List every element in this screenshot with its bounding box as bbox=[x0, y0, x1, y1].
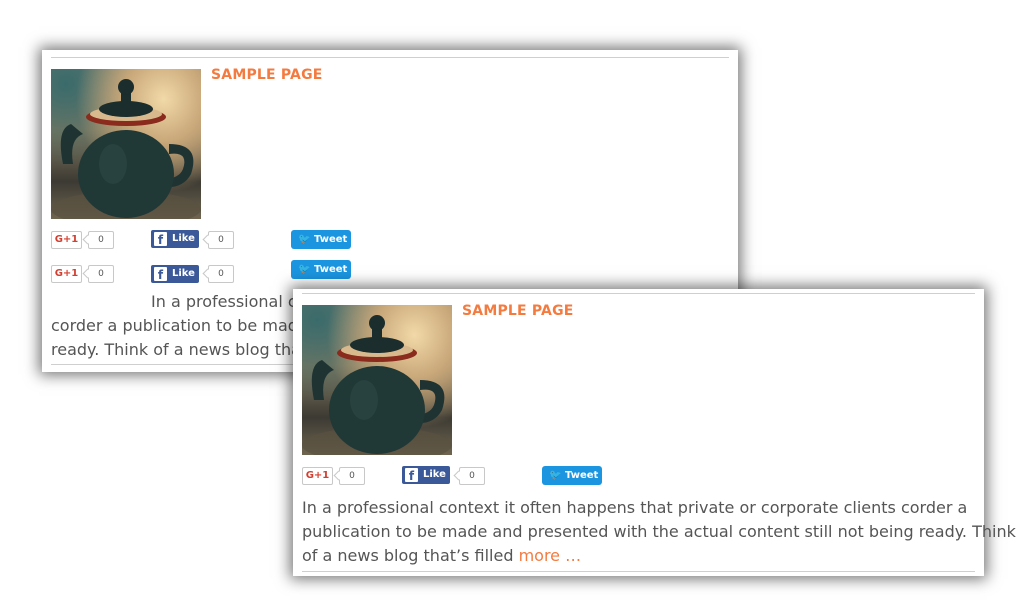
top-divider bbox=[302, 293, 975, 294]
tweet-button[interactable]: 🐦 Tweet bbox=[542, 466, 602, 485]
gplus-button[interactable]: G+1 bbox=[51, 231, 82, 249]
teapot-image bbox=[51, 79, 201, 219]
post-title[interactable]: SAMPLE PAGE bbox=[462, 303, 574, 319]
gplus-count: 0 bbox=[88, 231, 114, 249]
gplus-button[interactable]: G+1 bbox=[302, 467, 333, 485]
excerpt-line: corder a publication to be made bbox=[51, 316, 308, 335]
gplus-count: 0 bbox=[339, 467, 365, 485]
tweet-button[interactable]: 🐦 Tweet bbox=[291, 230, 351, 249]
twitter-icon: 🐦 bbox=[549, 470, 562, 481]
excerpt-line: In a professional context it often happe… bbox=[302, 498, 968, 517]
gplus-count: 0 bbox=[88, 265, 114, 283]
teapot-image bbox=[302, 315, 452, 455]
post-thumbnail[interactable] bbox=[51, 69, 201, 219]
facebook-like-button[interactable]: f Like bbox=[151, 230, 199, 248]
excerpt-line: of a news blog that’s filled more … bbox=[302, 544, 581, 568]
gplus-button[interactable]: G+1 bbox=[51, 265, 82, 283]
facebook-count: 0 bbox=[208, 265, 234, 283]
facebook-count: 0 bbox=[459, 467, 485, 485]
post-thumbnail[interactable] bbox=[302, 305, 452, 455]
facebook-like-label: Like bbox=[423, 469, 446, 480]
twitter-icon: 🐦 bbox=[298, 264, 311, 275]
post-card-front: SAMPLE PAGE G+1 0 f Like 0 🐦 Tweet In a … bbox=[293, 289, 1016, 576]
tweet-label: Tweet bbox=[565, 470, 599, 481]
facebook-like-label: Like bbox=[172, 268, 195, 279]
facebook-like-button[interactable]: f Like bbox=[151, 265, 199, 283]
top-divider bbox=[51, 57, 729, 58]
twitter-icon: 🐦 bbox=[298, 234, 311, 245]
facebook-icon: f bbox=[154, 232, 167, 247]
excerpt-line: ready. Think of a news blog that’s bbox=[51, 340, 321, 359]
tweet-label: Tweet bbox=[314, 234, 348, 245]
tweet-label: Tweet bbox=[314, 264, 348, 275]
facebook-like-label: Like bbox=[172, 233, 195, 244]
excerpt-text: of a news blog that’s filled bbox=[302, 546, 519, 565]
facebook-icon: f bbox=[405, 468, 418, 483]
facebook-count: 0 bbox=[208, 231, 234, 249]
excerpt-line: publication to be made and presented wit… bbox=[302, 522, 1016, 541]
facebook-like-button[interactable]: f Like bbox=[402, 466, 450, 484]
bottom-divider bbox=[302, 571, 975, 572]
post-title[interactable]: SAMPLE PAGE bbox=[211, 67, 323, 83]
excerpt-line: In a professional co bbox=[151, 292, 307, 311]
tweet-button[interactable]: 🐦 Tweet bbox=[291, 260, 351, 279]
read-more-link[interactable]: more … bbox=[519, 546, 582, 565]
facebook-icon: f bbox=[154, 267, 167, 282]
